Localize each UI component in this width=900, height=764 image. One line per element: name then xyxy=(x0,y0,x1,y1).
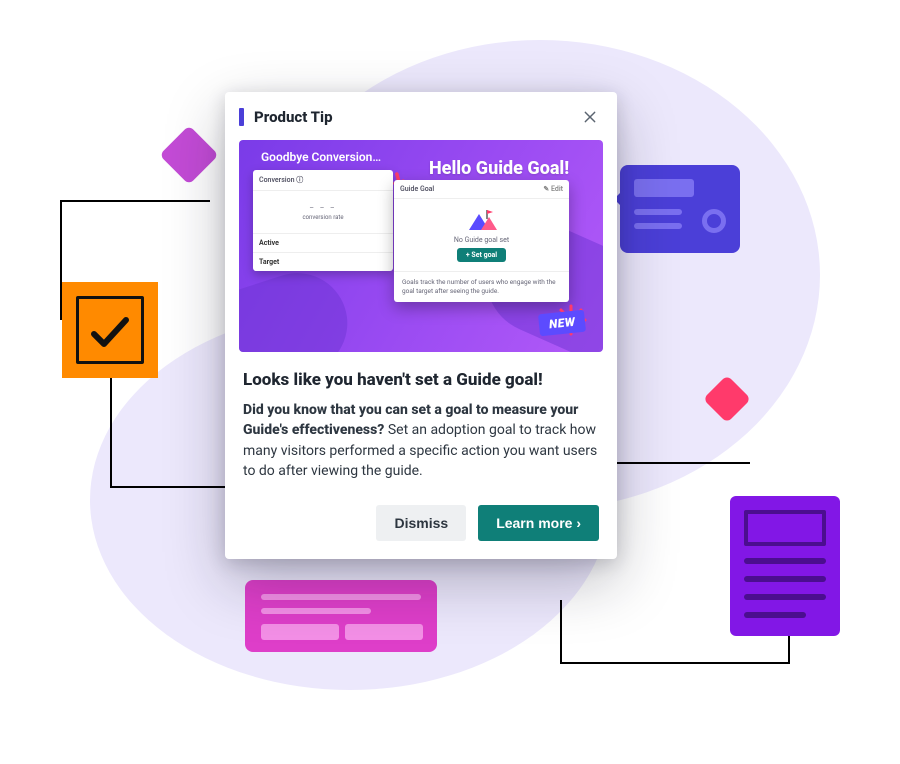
dialog-headline: Looks like you haven't set a Guide goal! xyxy=(243,370,599,390)
old-card-sub: conversion rate xyxy=(302,214,343,221)
diamond-icon xyxy=(159,125,218,184)
connector-line xyxy=(560,662,790,664)
close-button[interactable] xyxy=(577,104,603,130)
mountain-flag-icon xyxy=(465,208,499,232)
accent-stripe xyxy=(239,108,244,126)
dialog-body: Did you know that you can set a goal to … xyxy=(243,400,599,481)
banner-card-icon xyxy=(245,580,437,652)
new-guide-goal-card: Guide Goal ✎ Edit No Guide goal set + Se… xyxy=(394,180,569,302)
checkbox-card-icon xyxy=(62,282,158,378)
connector-line xyxy=(60,200,210,202)
old-card-row: Active xyxy=(253,233,393,252)
product-tip-dialog: Product Tip Goodbye Conversion… Hello Gu… xyxy=(225,92,617,559)
learn-more-button[interactable]: Learn more › xyxy=(478,505,599,541)
close-icon xyxy=(582,109,598,125)
connector-line xyxy=(788,636,790,664)
new-card-header: Guide Goal xyxy=(400,185,434,193)
old-card-row: Target xyxy=(253,252,393,271)
dismiss-button[interactable]: Dismiss xyxy=(376,505,466,541)
connector-line xyxy=(600,462,750,464)
dialog-eyebrow: Product Tip xyxy=(254,108,333,126)
new-badge: NEW xyxy=(539,312,585,334)
set-goal-chip: + Set goal xyxy=(457,248,506,262)
connector-line xyxy=(110,378,112,488)
hero-hello-text: Hello Guide Goal! xyxy=(429,158,569,179)
new-card-edit: ✎ Edit xyxy=(543,185,563,193)
old-conversion-card: Conversion ⓘ – – – conversion rate Activ… xyxy=(253,170,393,271)
hero-goodbye-text: Goodbye Conversion… xyxy=(261,150,381,164)
old-card-header: Conversion ⓘ xyxy=(253,170,393,191)
new-card-footer: Goals track the number of users who enga… xyxy=(394,271,569,302)
old-card-metric: – – – xyxy=(309,204,336,212)
document-card-icon xyxy=(730,496,840,636)
hero-illustration: Goodbye Conversion… Hello Guide Goal! ➜ … xyxy=(239,140,603,352)
no-goal-text: No Guide goal set xyxy=(454,236,509,244)
connector-line xyxy=(560,600,562,664)
tooltip-card-icon xyxy=(620,165,740,253)
